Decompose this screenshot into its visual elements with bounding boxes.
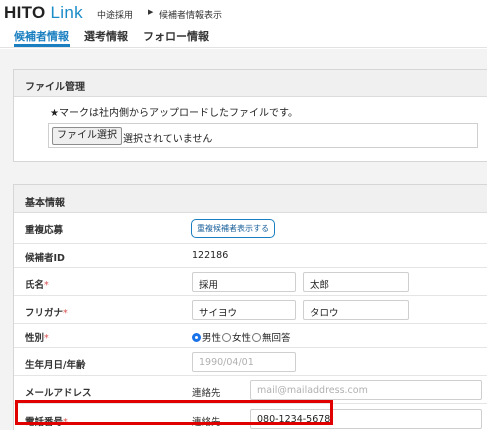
file-management-panel: ファイル管理 ★マークは社内側からアップロードしたファイルです。 ファイル選択 …: [13, 69, 487, 162]
name-label: 氏名*: [25, 277, 49, 291]
file-status-text: 選択されていません: [123, 134, 213, 145]
email-input[interactable]: mail@mailaddress.com: [250, 380, 482, 400]
gender-row: 性別* 男性 女性 無回答: [14, 323, 487, 347]
required-mark: *: [44, 280, 49, 291]
choose-file-button[interactable]: ファイル選択: [52, 127, 122, 145]
app-header: HITO Link 中途採用 ▶ 候補者情報表示: [0, 0, 487, 22]
show-duplicate-candidates-button[interactable]: 重複候補者表示する: [191, 219, 275, 238]
birthdate-label: 生年月日/年齢: [25, 360, 86, 371]
candidate-id-row: 候補者ID 122186: [14, 243, 487, 267]
email-row: メールアドレス 連絡先 mail@mailaddress.com: [14, 375, 487, 403]
file-management-title: ファイル管理: [14, 70, 487, 97]
product-label: 中途採用: [97, 11, 134, 21]
email-placeholder: mail@mailaddress.com: [257, 385, 368, 396]
candidate-id-value: 122186: [192, 250, 229, 261]
duplicate-label: 重複応募: [25, 225, 64, 236]
breadcrumb[interactable]: 候補者情報表示: [159, 8, 222, 21]
name-row: 氏名* 採用 太郎: [14, 267, 487, 295]
required-mark: *: [63, 308, 68, 319]
first-name-input[interactable]: 太郎: [303, 272, 409, 292]
basic-info-title: 基本情報: [14, 185, 487, 213]
breadcrumb-arrow-icon: ▶: [148, 8, 154, 16]
gender-label-text: 性別: [25, 333, 45, 344]
logo-hito-text: HITO: [4, 3, 46, 22]
gender-female-label[interactable]: 女性: [232, 333, 251, 344]
logo-link-text: Link: [50, 3, 83, 22]
kana-label: フリガナ*: [25, 305, 68, 319]
gender-male-label[interactable]: 男性: [202, 333, 221, 344]
birthdate-row: 生年月日/年齢 1990/04/01: [14, 347, 487, 375]
gender-label: 性別*: [25, 330, 49, 344]
gender-female-radio[interactable]: [222, 333, 232, 342]
tab-candidate-info[interactable]: 候補者情報: [14, 28, 69, 44]
hito-link-logo[interactable]: HITO Link: [4, 3, 83, 23]
file-upload-field[interactable]: ファイル選択 選択されていません: [48, 123, 478, 148]
file-note: ★マークは社内側からアップロードしたファイルです。: [50, 108, 298, 119]
tab-follow-info[interactable]: フォロー情報: [143, 28, 209, 44]
email-label: メールアドレス: [25, 388, 92, 399]
basic-info-panel: 基本情報 重複応募 重複候補者表示する 候補者ID 122186 氏名* 採用 …: [13, 184, 487, 430]
kana-label-text: フリガナ: [25, 308, 64, 319]
active-tab-indicator: [14, 44, 70, 47]
birthdate-placeholder: 1990/04/01: [199, 357, 254, 368]
last-name-input[interactable]: 採用: [192, 272, 296, 292]
required-mark: *: [44, 333, 49, 344]
birthdate-input[interactable]: 1990/04/01: [192, 352, 296, 372]
gender-male-radio[interactable]: [192, 333, 201, 342]
email-contact-label: 連絡先: [192, 388, 221, 399]
tab-bar: 候補者情報 選考情報 フォロー情報: [0, 22, 487, 48]
kana-row: フリガナ* サイヨウ タロウ: [14, 295, 487, 323]
name-label-text: 氏名: [25, 280, 45, 291]
last-name-kana-input[interactable]: サイヨウ: [192, 300, 296, 320]
gender-none-label[interactable]: 無回答: [262, 333, 291, 344]
duplicate-row: 重複応募 重複候補者表示する: [14, 213, 487, 243]
gender-none-radio[interactable]: [252, 333, 262, 342]
candidate-id-label: 候補者ID: [25, 253, 65, 264]
gender-radio-group: 男性 女性 無回答: [192, 330, 291, 344]
first-name-kana-input[interactable]: タロウ: [303, 300, 409, 320]
tab-selection-info[interactable]: 選考情報: [84, 28, 128, 44]
phone-highlight-box: [15, 400, 333, 425]
